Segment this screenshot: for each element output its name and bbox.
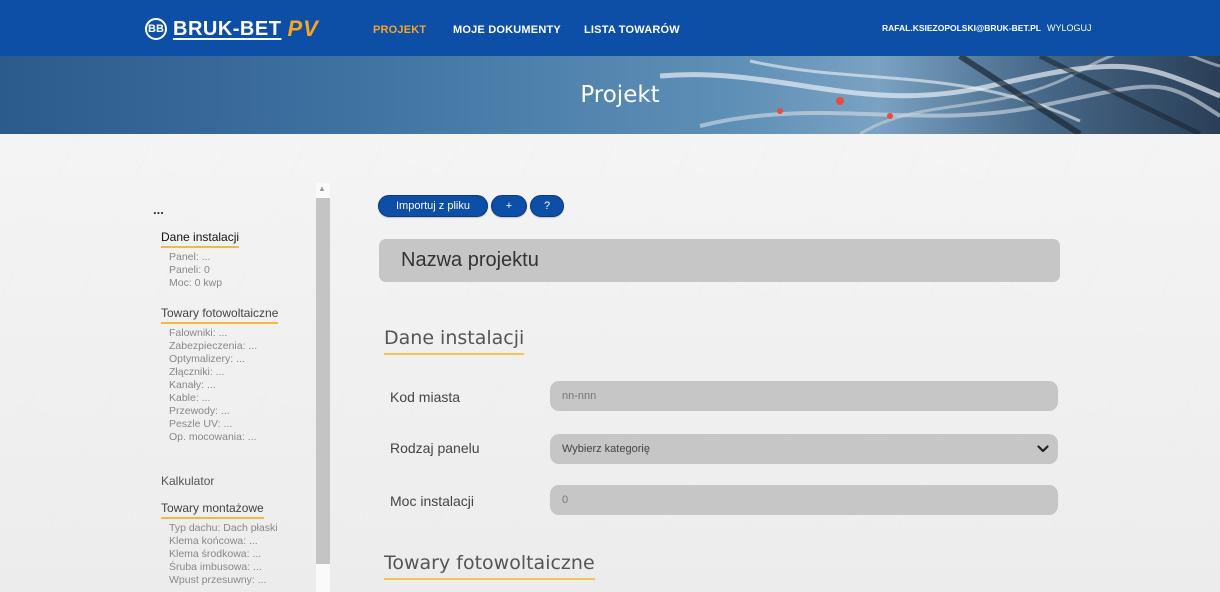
sidebar-item-falowniki: Falowniki: ... (169, 327, 228, 339)
sidebar-item-kable: Kable: ... (169, 392, 211, 404)
sidebar-section-towary-fotowoltaiczne[interactable]: Towary fotowoltaiczne (161, 306, 279, 324)
sidebar-section-dane-instalacji[interactable]: Dane instalacji (161, 230, 240, 248)
brand-pv-suffix: PV (287, 16, 319, 41)
kod-miasta-input[interactable]: nn-nnn (550, 381, 1058, 411)
sidebar-item-wpust-przesuwny: Wpust przesuwny: ... (169, 574, 267, 586)
sidebar-item-optymalizery: Optymalizery: ... (169, 353, 245, 365)
project-summary-sidebar: ... Dane instalacji Panel: ... Paneli: 0… (145, 182, 332, 592)
chevron-down-icon[interactable] (1037, 443, 1049, 455)
project-name-input[interactable]: Nazwa projektu (379, 239, 1060, 282)
add-project-button[interactable]: + (491, 195, 527, 217)
sidebar-ellipsis: ... (153, 202, 164, 217)
nav-moje-dokumenty[interactable]: MOJE DOKUMENTY (453, 24, 561, 36)
sidebar-item-paneli: Paneli: 0 (169, 264, 210, 276)
section-title-dane-instalacji: Dane instalacji (384, 327, 525, 355)
sidebar-item-moc: Moc: 0 kwp (169, 277, 223, 289)
sidebar-item-op-mocowania: Op. mocowania: ... (169, 431, 257, 443)
sidebar-item-panel: Panel: ... (169, 251, 211, 263)
rodzaj-panelu-select[interactable]: Wybierz kategorię (550, 434, 1058, 464)
rodzaj-panelu-label: Rodzaj panelu (390, 440, 480, 456)
sidebar-item-klema-koncowa: Klema końcowa: ... (169, 535, 258, 547)
nav-lista-towarow[interactable]: LISTA TOWARÓW (584, 24, 680, 36)
sidebar-section-kalkulator[interactable]: Kalkulator (161, 474, 214, 488)
help-button[interactable]: ? (530, 195, 564, 217)
sidebar-item-typ-dachu: Typ dachu: Dach płaski (169, 522, 278, 534)
sidebar-item-przewody: Przewody: ... (169, 405, 230, 417)
hero-banner: Projekt (0, 56, 1220, 134)
nav-projekt[interactable]: PROJEKT (373, 24, 426, 36)
brand-logo[interactable]: BB BRUK-BET PV (145, 16, 319, 41)
sidebar-scrollbar-thumb[interactable] (316, 198, 330, 564)
sidebar-item-peszle-uv: Peszle UV: ... (169, 418, 233, 430)
page-title: Projekt (580, 82, 660, 108)
sidebar-item-klema-srodkowa: Klema środkowa: ... (169, 548, 262, 560)
brand-mark-icon: BB (145, 18, 167, 40)
user-email[interactable]: RAFAL.KSIEZOPOLSKI@BRUK-BET.PL (882, 23, 1041, 33)
sidebar-item-zabezpieczenia: Zabezpieczenia: ... (169, 340, 258, 352)
kod-miasta-label: Kod miasta (390, 389, 461, 405)
sidebar-item-zlaczniki: Złączniki: ... (169, 366, 225, 378)
sidebar-item-kanaly: Kanały: ... (169, 379, 216, 391)
logout-link[interactable]: WYLOGUJ (1047, 23, 1092, 33)
import-file-button[interactable]: Importuj z pliku (378, 195, 488, 217)
moc-instalacji-input[interactable]: 0 (550, 485, 1058, 515)
brand-name: BRUK-BET (173, 17, 282, 40)
section-title-towary-fotowoltaiczne: Towary fotowoltaiczne (384, 552, 595, 580)
scroll-up-arrow-icon[interactable]: ▲ (318, 184, 326, 193)
sidebar-item-sruba-imbusowa: Śruba imbusowa: ... (169, 561, 262, 573)
moc-instalacji-label: Moc instalacji (390, 493, 475, 509)
sidebar-section-towary-montazowe[interactable]: Towary montażowe (161, 501, 264, 519)
